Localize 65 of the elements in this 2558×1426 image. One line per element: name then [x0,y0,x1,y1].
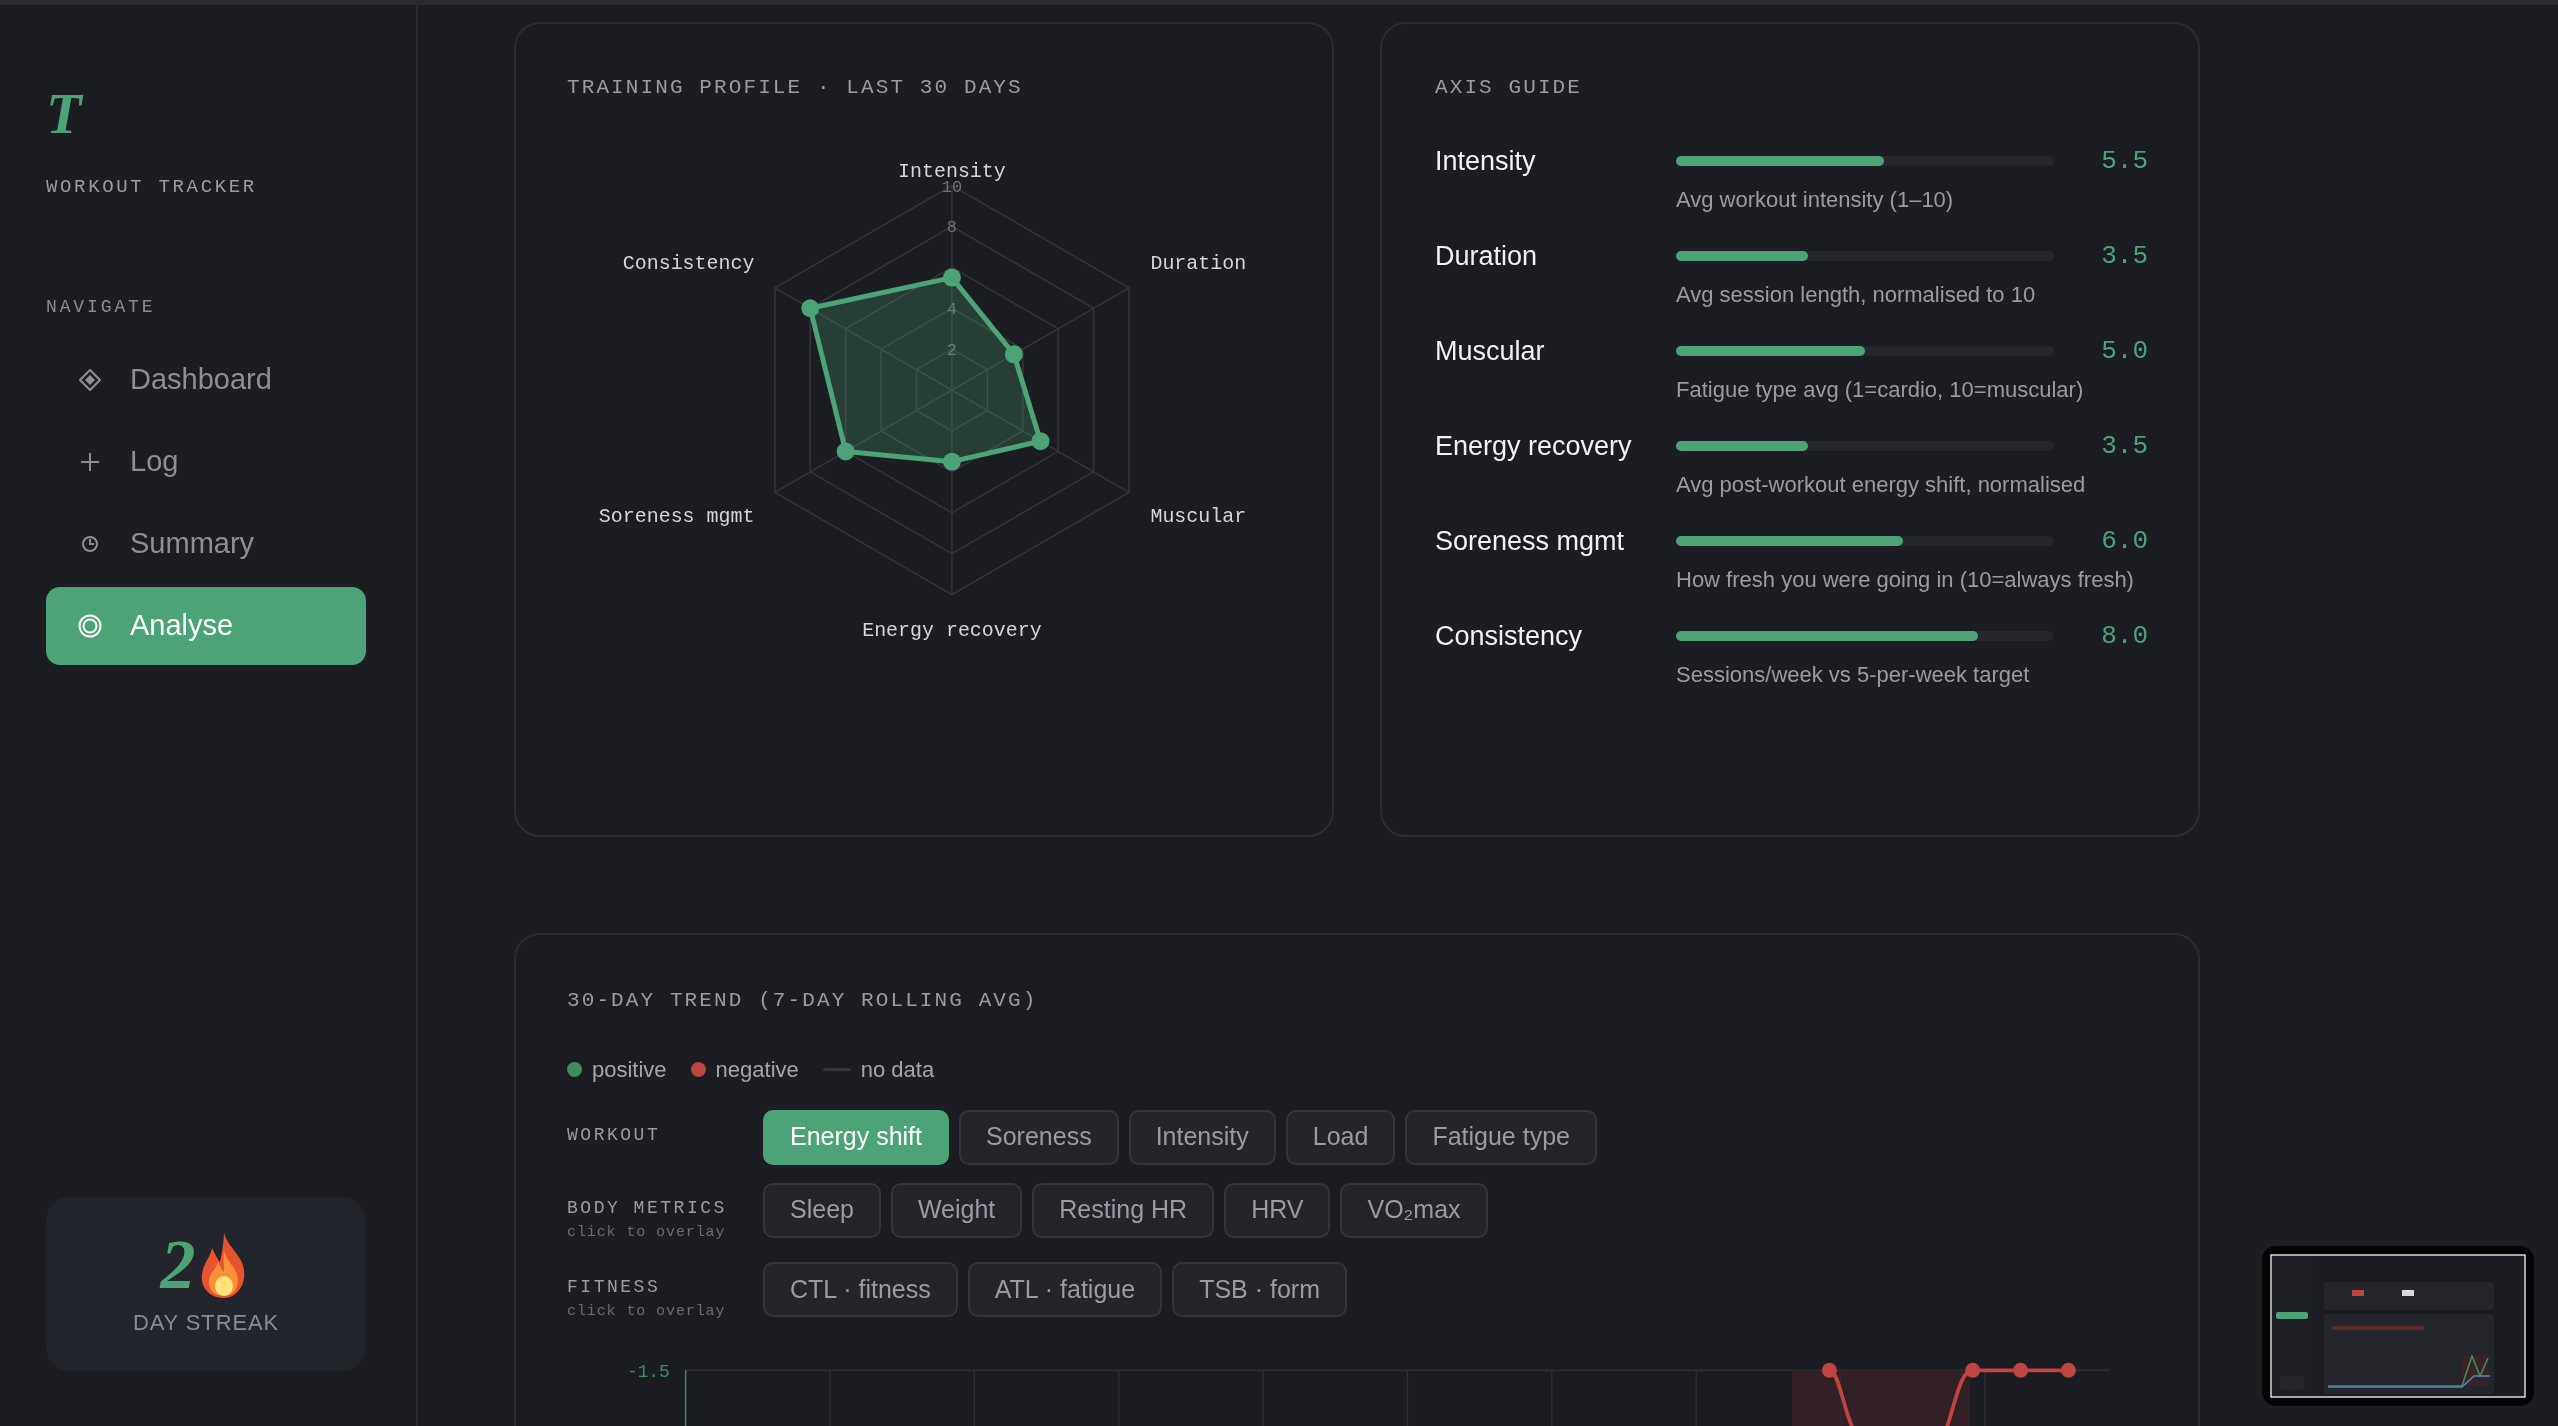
metric-chip[interactable]: Soreness [959,1109,1119,1165]
axis-name: Intensity [1435,147,1537,175]
app-logo: T [46,85,82,143]
target-icon [78,613,102,638]
metric-chip[interactable]: Intensity [1128,1109,1276,1165]
metric-chip[interactable]: TSB · form [1172,1262,1347,1317]
group-label: BODY METRICS [567,1196,728,1220]
axis-value: 8.0 [2101,623,2148,649]
legend-label: negative [715,1055,799,1084]
diamond-icon [79,368,101,391]
axis-value: 3.5 [2101,243,2148,269]
axis-value: 6.0 [2101,528,2148,554]
group-hint: click to overlay [567,1302,727,1322]
radar-axis-label: Consistency [622,251,755,275]
metric-chip[interactable]: Sleep [763,1182,881,1238]
radar-axis-label: Energy recovery [862,618,1042,642]
metric-chip[interactable]: Resting HR [1032,1182,1215,1238]
nav-item[interactable]: Dashboard [46,340,366,419]
legend-label: no data [860,1055,935,1084]
nav-item[interactable]: Analyse [46,586,366,665]
radar-tick-label: 2 [946,340,957,360]
card-title: TRAINING PROFILE · LAST 30 DAYS [566,75,1024,101]
radar-tick-label: 4 [946,299,957,319]
metric-chip[interactable]: VO₂max [1340,1182,1488,1238]
radar-axis-label: Muscular [1150,504,1247,528]
app-name: WORKOUT TRACKER [46,175,258,200]
group-label: WORKOUT [567,1123,662,1147]
metric-chip[interactable]: Load [1285,1109,1396,1165]
metric-chip[interactable]: HRV [1224,1182,1331,1238]
group-hint: click to overlay [567,1222,727,1243]
axis-name: Duration [1435,242,1539,270]
axis-description: Fatigue type avg (1=cardio, 10=muscular) [1676,378,2085,401]
legend-label: positive [592,1055,667,1084]
axis-description: Avg workout intensity (1–10) [1676,188,1955,211]
card-title: AXIS GUIDE [1435,75,1584,101]
axis-description: Avg post-workout energy shift, normalised [1676,473,2087,496]
axis-value: 5.5 [2101,148,2148,174]
card-title: 30-DAY TREND (7-DAY ROLLING AVG) [567,988,1039,1014]
plus-icon [80,451,100,472]
radar-tick-label: 8 [946,217,957,237]
metric-chip[interactable]: Weight [890,1182,1023,1238]
streak-label: DAY STREAK [132,1308,280,1337]
axis-name: Soreness mgmt [1435,527,1626,555]
metric-chip[interactable]: ATL · fatigue [967,1262,1163,1317]
metric-chip[interactable]: Energy shift [763,1109,949,1165]
group-label: FITNESS [567,1276,662,1299]
axis-description: Sessions/week vs 5-per-week target [1676,663,2031,686]
axis-value: 3.5 [2101,433,2148,459]
radar-axis-label: Soreness mgmt [598,504,755,528]
clock-icon [81,534,99,553]
y-tick-label: -1.5 [626,1361,670,1382]
radar-tick-label: 10 [941,177,963,197]
axis-name: Consistency [1435,622,1584,650]
axis-name: Energy recovery [1435,432,1633,460]
nav-item[interactable]: Summary [46,504,366,583]
axis-name: Muscular [1435,337,1546,365]
metric-chip[interactable]: CTL · fitness [763,1262,958,1317]
streak-count: 2 [160,1229,196,1300]
axis-value: 5.0 [2101,338,2148,364]
nav-section-label: NAVIGATE [46,295,157,319]
nav-item[interactable]: Log [46,422,366,501]
radar-axis-label: Duration [1150,251,1247,275]
axis-description: How fresh you were going in (10=always fresh) [1676,568,2135,591]
axis-description: Avg session length, normalised to 10 [1676,283,2037,306]
metric-chip[interactable]: Fatigue type [1405,1109,1597,1165]
